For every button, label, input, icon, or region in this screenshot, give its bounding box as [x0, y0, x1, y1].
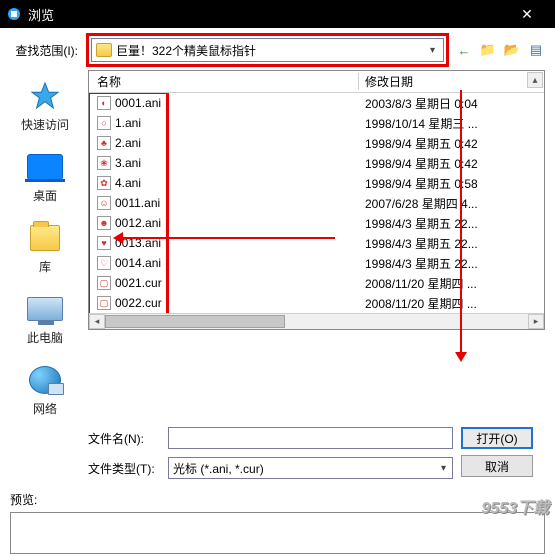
pc-icon — [27, 297, 63, 321]
file-date: 2008/11/20 星期四 ... — [359, 295, 544, 312]
place-network[interactable]: 网络 — [27, 364, 63, 417]
places-bar: 快速访问 桌面 库 此电脑 网络 — [10, 70, 80, 417]
place-label: 桌面 — [33, 187, 57, 204]
file-date: 2007/6/28 星期四 4... — [359, 195, 544, 212]
file-name: 2.ani — [115, 136, 141, 150]
file-row[interactable]: ◐ 0001.ani 2003/8/3 星期日 0:04 — [89, 93, 544, 113]
col-name-header[interactable]: 名称 — [89, 73, 359, 90]
cancel-button[interactable]: 取消 — [461, 455, 533, 477]
place-library[interactable]: 库 — [27, 222, 63, 275]
file-icon: ✿ — [97, 176, 111, 190]
hscrollbar[interactable]: ◂ ▸ — [89, 313, 544, 329]
place-label: 网络 — [33, 400, 57, 417]
column-headers: 名称 修改日期 — [89, 71, 544, 93]
col-date-header[interactable]: 修改日期 — [359, 73, 544, 90]
filename-label: 文件名(N): — [88, 430, 160, 447]
window-title: 浏览 — [28, 5, 505, 24]
desktop-icon — [27, 154, 63, 180]
views-button[interactable]: ▤ — [527, 41, 545, 59]
filetype-row: 文件类型(T): 光标 (*.ani, *.cur) — [88, 457, 453, 479]
scroll-thumb[interactable] — [105, 315, 285, 328]
file-row[interactable]: ❀ 3.ani 1998/9/4 星期五 0:42 — [89, 153, 544, 173]
file-date: 2008/11/20 星期四 ... — [359, 275, 544, 292]
file-name: 1.ani — [115, 116, 141, 130]
file-icon: ☻ — [97, 216, 111, 230]
file-date: 1998/9/4 星期五 0:42 — [359, 135, 544, 152]
file-name: 0012.ani — [115, 216, 161, 230]
open-button[interactable]: 打开(O) — [461, 427, 533, 449]
filename-input[interactable] — [168, 427, 453, 449]
file-icon: ♡ — [97, 256, 111, 270]
titlebar: 浏览 ✕ — [0, 0, 555, 28]
up-button[interactable]: 📁 — [479, 41, 497, 59]
library-icon — [30, 225, 60, 251]
lookin-highlight: 巨量！322个精美鼠标指针 ▾ — [86, 33, 449, 67]
file-list-area: 名称 修改日期 ▴ ◐ 0001.ani 2003/8/3 星期日 0:04 ○ 1.a… — [88, 70, 545, 330]
filetype-label: 文件类型(T): — [88, 460, 160, 477]
lookin-label: 查找范围(I): — [10, 42, 82, 59]
chevron-down-icon: ▾ — [430, 45, 439, 56]
preview-box — [10, 512, 545, 554]
file-row[interactable]: ✿ 4.ani 1998/9/4 星期五 0:58 — [89, 173, 544, 193]
scroll-left-button[interactable]: ◂ — [89, 314, 105, 329]
file-row[interactable]: ☻ 0012.ani 1998/4/3 星期五 22... — [89, 213, 544, 233]
file-date: 1998/4/3 星期五 22... — [359, 255, 544, 272]
lookin-toolbar: ← 📁 📂 ▤ — [455, 41, 545, 59]
file-row[interactable]: ▢ 0021.cur 2008/11/20 星期四 ... — [89, 273, 544, 293]
file-name: 0001.ani — [115, 96, 161, 110]
file-name: 0021.cur — [115, 276, 162, 290]
file-icon: ○ — [97, 116, 111, 130]
watermark: 9553下载 — [481, 494, 549, 518]
filetype-combo[interactable]: 光标 (*.ani, *.cur) — [168, 457, 453, 479]
file-name: 3.ani — [115, 156, 141, 170]
file-name: 0011.ani — [115, 196, 160, 210]
file-date: 1998/4/3 星期五 22... — [359, 235, 544, 252]
file-row[interactable]: ♡ 0014.ani 1998/4/3 星期五 22... — [89, 253, 544, 273]
file-list[interactable]: ◐ 0001.ani 2003/8/3 星期日 0:04 ○ 1.ani 1998/10/… — [89, 93, 544, 313]
back-button[interactable]: ← — [455, 41, 473, 59]
preview-label: 预览: — [10, 491, 555, 508]
place-label: 快速访问 — [21, 116, 69, 133]
scroll-right-button[interactable]: ▸ — [528, 314, 544, 329]
main-area: 快速访问 桌面 库 此电脑 网络 名称 修改日期 — [10, 70, 545, 417]
folder-icon — [96, 43, 112, 57]
filename-row: 文件名(N): — [88, 427, 453, 449]
file-name: 0013.ani — [115, 236, 161, 250]
file-icon: ♣ — [97, 136, 111, 150]
file-icon: ❀ — [97, 156, 111, 170]
file-date: 1998/10/14 星期三 ... — [359, 115, 544, 132]
place-label: 此电脑 — [27, 329, 63, 346]
file-row[interactable]: ▢ 0022.cur 2008/11/20 星期四 ... — [89, 293, 544, 313]
network-icon — [29, 366, 61, 394]
file-icon: ▢ — [97, 296, 111, 310]
file-name: 4.ani — [115, 176, 141, 190]
place-thispc[interactable]: 此电脑 — [27, 293, 63, 346]
file-date: 1998/4/3 星期五 22... — [359, 215, 544, 232]
place-desktop[interactable]: 桌面 — [27, 151, 63, 204]
close-button[interactable]: ✕ — [505, 6, 549, 23]
place-label: 库 — [39, 258, 51, 275]
file-icon: ☺ — [97, 196, 111, 210]
file-icon: ♥ — [97, 236, 111, 250]
file-date: 1998/9/4 星期五 0:42 — [359, 155, 544, 172]
lookin-combo[interactable]: 巨量！322个精美鼠标指针 ▾ — [91, 38, 444, 62]
lookin-row: 查找范围(I): 巨量！322个精美鼠标指针 ▾ ← 📁 📂 ▤ — [10, 34, 545, 66]
place-quickaccess[interactable]: 快速访问 — [21, 80, 69, 133]
file-row[interactable]: ♣ 2.ani 1998/9/4 星期五 0:42 — [89, 133, 544, 153]
file-date: 1998/9/4 星期五 0:58 — [359, 175, 544, 192]
file-row[interactable]: ♥ 0013.ani 1998/4/3 星期五 22... — [89, 233, 544, 253]
file-name: 0014.ani — [115, 256, 161, 270]
file-date: 2003/8/3 星期日 0:04 — [359, 95, 544, 112]
scroll-track[interactable] — [105, 314, 528, 329]
file-row[interactable]: ○ 1.ani 1998/10/14 星期三 ... — [89, 113, 544, 133]
scroll-up-button[interactable]: ▴ — [527, 72, 543, 88]
file-row[interactable]: ☺ 0011.ani 2007/6/28 星期四 4... — [89, 193, 544, 213]
file-name: 0022.cur — [115, 296, 162, 310]
file-icon: ◐ — [97, 96, 111, 110]
app-icon — [6, 6, 22, 22]
file-icon: ▢ — [97, 276, 111, 290]
newfolder-button[interactable]: 📂 — [503, 41, 521, 59]
lookin-folder-name: 巨量！322个精美鼠标指针 — [116, 42, 256, 59]
